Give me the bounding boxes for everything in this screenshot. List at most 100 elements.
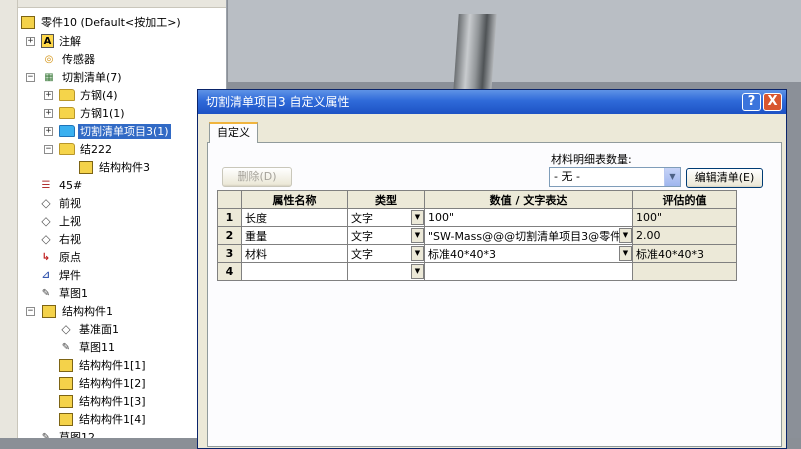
row-number[interactable]: 3: [217, 244, 242, 263]
tree-item-origin[interactable]: ↳ 原点: [38, 248, 83, 266]
tree-item-label: 草图1: [59, 286, 88, 300]
collapse-icon[interactable]: −: [44, 144, 53, 154]
help-button[interactable]: ?: [742, 93, 761, 111]
tree-item-cut-list-item-3[interactable]: + 切割清单项目3(1): [44, 122, 171, 140]
value-cell[interactable]: 标准40*40*3 ▼: [424, 244, 633, 263]
type-cell[interactable]: 文字 ▼: [347, 244, 425, 263]
tree-item-label: 结构构件1[3]: [79, 394, 146, 408]
expand-icon[interactable]: +: [44, 108, 53, 118]
property-name-cell[interactable]: 长度: [241, 208, 348, 227]
model-part[interactable]: [453, 14, 497, 92]
feature-manager-tree[interactable]: 零件10 (Default<按加工>) + A 注解 ◎ 传感器 − ▦ 切割清…: [0, 0, 227, 438]
tree-edge-strip: [0, 0, 18, 438]
chevron-down-icon[interactable]: ▼: [411, 264, 424, 279]
edit-list-button[interactable]: 编辑清单(E): [686, 168, 763, 188]
table-row[interactable]: 4 ▼: [217, 262, 737, 281]
tree-item-body-4[interactable]: 结构构件1[4]: [58, 410, 148, 428]
row-number[interactable]: 2: [217, 226, 242, 245]
chevron-down-icon[interactable]: ▼: [664, 168, 680, 186]
tree-item-body-1[interactable]: 结构构件1[1]: [58, 356, 148, 374]
tree-item-label: 注解: [59, 34, 81, 48]
tree-item-body-2[interactable]: 结构构件1[2]: [58, 374, 148, 392]
tree-item-material[interactable]: ☰ 45#: [38, 176, 84, 194]
tree-item-label: 方钢(4): [80, 88, 118, 102]
value-cell[interactable]: [424, 262, 633, 281]
tree-item-structural-member-3[interactable]: 结构构件3: [78, 158, 152, 176]
tree-item-label: 草图12: [59, 430, 95, 439]
column-header-evaluated[interactable]: 评估的值: [632, 190, 737, 209]
dialog-titlebar[interactable]: 切割清单项目3 自定义属性 ? X: [198, 90, 786, 114]
expand-icon[interactable]: +: [26, 36, 35, 46]
tab-custom[interactable]: 自定义: [209, 122, 258, 143]
table-row[interactable]: 3 材料 文字 ▼ 标准40*40*3 ▼ 标准40*40*3: [217, 244, 737, 263]
plane-icon: ◇: [41, 196, 51, 210]
plane-icon: ◇: [41, 232, 51, 246]
tree-item-top-plane[interactable]: ◇ 上视: [38, 212, 83, 230]
type-cell[interactable]: ▼: [347, 262, 425, 281]
row-number[interactable]: 1: [217, 208, 242, 227]
property-name-cell[interactable]: 重量: [241, 226, 348, 245]
property-name-cell[interactable]: [241, 262, 348, 281]
type-value: 文字: [351, 229, 373, 243]
tree-item-sensors[interactable]: ◎ 传感器: [41, 50, 97, 68]
type-cell[interactable]: 文字 ▼: [347, 226, 425, 245]
tree-item-label: 上视: [59, 214, 81, 228]
dialog-title: 切割清单项目3 自定义属性: [206, 95, 350, 109]
tree-item-body-3[interactable]: 结构构件1[3]: [58, 392, 148, 410]
chevron-down-icon[interactable]: ▼: [411, 210, 424, 225]
annotations-icon: A: [41, 34, 54, 48]
tree-item-label: 前视: [59, 196, 81, 210]
tree-item-weldment[interactable]: ⊿ 焊件: [38, 266, 83, 284]
tree-item-sketch-12[interactable]: ✎ 草图12: [38, 428, 97, 439]
bom-quantity-label: 材料明细表数量:: [551, 153, 632, 166]
column-header-property-name[interactable]: 属性名称: [241, 190, 348, 209]
delete-button[interactable]: 删除(D): [222, 167, 292, 187]
property-name-cell[interactable]: 材料: [241, 244, 348, 263]
plane-icon: ◇: [61, 322, 71, 336]
tree-item-structural-member-1[interactable]: − 结构构件1: [26, 302, 115, 320]
tree-item-square-steel-1[interactable]: + 方钢1(1): [44, 104, 127, 122]
row-number[interactable]: 4: [217, 262, 242, 281]
type-value: 文字: [351, 247, 373, 261]
body-icon: [58, 412, 74, 426]
tree-item-annotations[interactable]: + A 注解: [26, 32, 83, 50]
structural-member-icon: [41, 304, 57, 318]
column-header-type[interactable]: 类型: [347, 190, 425, 209]
tree-item-square-steel[interactable]: + 方钢(4): [44, 86, 120, 104]
tree-item-front-plane[interactable]: ◇ 前视: [38, 194, 83, 212]
properties-grid: 属性名称 类型 数值 / 文字表达 评估的值 1 长度 文字 ▼ 100" 100…: [217, 190, 737, 281]
tree-item-label: 结构构件3: [99, 160, 150, 174]
chevron-down-icon[interactable]: ▼: [619, 246, 632, 261]
tree-item-sketch-11[interactable]: ✎ 草图11: [58, 338, 117, 356]
table-row[interactable]: 1 长度 文字 ▼ 100" 100": [217, 208, 737, 227]
chevron-down-icon[interactable]: ▼: [619, 228, 632, 243]
tree-item-label: 焊件: [59, 268, 81, 282]
value-cell[interactable]: "SW-Mass@@@切割清单项目3@零件 ▼: [424, 226, 633, 245]
tab-panel-custom: 删除(D) 材料明细表数量: - 无 - ▼ 编辑清单(E) 属性名称 类型 数…: [207, 142, 782, 447]
tree-root-label: 零件10 (Default<按加工>): [41, 15, 181, 29]
chevron-down-icon[interactable]: ▼: [411, 246, 424, 261]
grid-corner: [217, 190, 242, 209]
tree-item-cut-list[interactable]: − ▦ 切割清单(7): [26, 68, 124, 86]
tree-item-sketch-1[interactable]: ✎ 草图1: [38, 284, 90, 302]
bom-quantity-select[interactable]: - 无 - ▼: [549, 167, 681, 187]
tree-item-datum-plane-1[interactable]: ◇ 基准面1: [58, 320, 121, 338]
tree-item-label: 结构构件1[1]: [79, 358, 146, 372]
value-cell[interactable]: 100": [424, 208, 633, 227]
material-icon: ☰: [41, 179, 51, 191]
tree-top-strip: [18, 0, 226, 8]
column-header-value[interactable]: 数值 / 文字表达: [424, 190, 633, 209]
sketch-icon: ✎: [41, 431, 51, 439]
expand-icon[interactable]: +: [44, 90, 53, 100]
collapse-icon[interactable]: −: [26, 306, 35, 316]
table-row[interactable]: 2 重量 文字 ▼ "SW-Mass@@@切割清单项目3@零件 ▼ 2.00: [217, 226, 737, 245]
type-cell[interactable]: 文字 ▼: [347, 208, 425, 227]
tree-item-label: 右视: [59, 232, 81, 246]
chevron-down-icon[interactable]: ▼: [411, 228, 424, 243]
collapse-icon[interactable]: −: [26, 72, 35, 82]
tree-item-right-plane[interactable]: ◇ 右视: [38, 230, 83, 248]
tree-item-jie222[interactable]: − 结222: [44, 140, 114, 158]
tree-root[interactable]: 零件10 (Default<按加工>): [20, 13, 183, 31]
expand-icon[interactable]: +: [44, 126, 53, 136]
close-button[interactable]: X: [763, 93, 782, 111]
